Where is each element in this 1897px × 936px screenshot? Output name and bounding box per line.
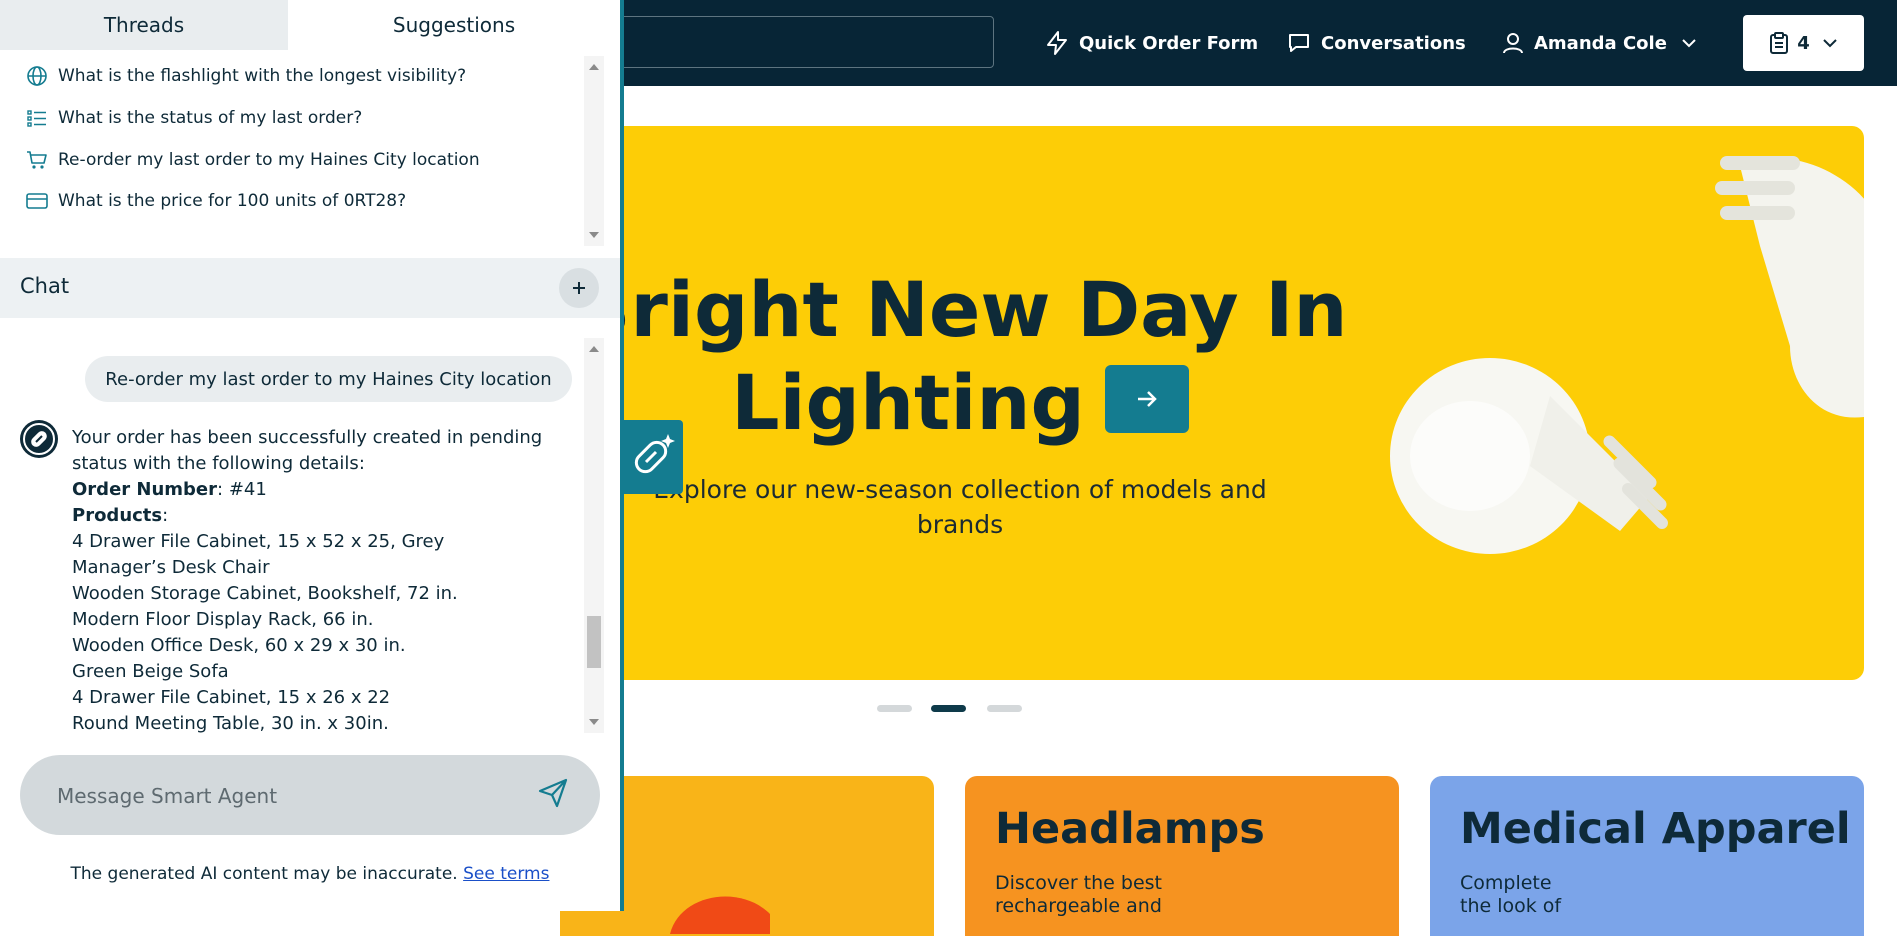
credit-card-icon (26, 193, 48, 209)
lightbulb-image (1390, 358, 1668, 554)
category-card-medical-apparel[interactable]: Medical Apparel Complete the look of (1430, 776, 1864, 936)
chat-title: Chat (20, 274, 70, 298)
magic-wand-icon (634, 434, 675, 474)
order-number-label: Order Number (72, 479, 218, 500)
hero-title-line2: Lighting (731, 358, 1085, 447)
product-item: Wooden Office Desk, 60 x 29 x 30 in. (72, 635, 406, 656)
cart-icon (27, 151, 47, 169)
message-composer (20, 755, 600, 835)
product-image (670, 896, 770, 934)
scroll-up-arrow-icon[interactable] (589, 64, 599, 70)
chat-header: Chat (0, 258, 620, 318)
search-input[interactable] (560, 16, 994, 68)
suggestion-text: What is the flashlight with the longest … (58, 66, 467, 86)
user-menu[interactable]: Amanda Cole (1502, 26, 1697, 60)
scroll-up-arrow-icon[interactable] (589, 346, 599, 352)
globe-icon (27, 66, 47, 86)
chevron-down-icon (1682, 39, 1696, 48)
send-icon (538, 778, 568, 808)
hero-arrow-button[interactable] (1104, 365, 1189, 433)
scroll-down-arrow-icon[interactable] (589, 719, 599, 725)
agent-avatar-icon (20, 420, 58, 458)
suggestion-text: Re-order my last order to my Haines City… (58, 150, 480, 170)
smart-agent-panel: Threads Suggestions What is the flashlig… (0, 0, 624, 911)
hero-banner: Bright New Day In Lighting Explore our n… (560, 126, 1864, 680)
product-item: 4 Drawer File Cabinet, 15 x 26 x 22 (72, 687, 391, 708)
scroll-down-arrow-icon[interactable] (589, 232, 599, 238)
clipboard-icon (1770, 32, 1789, 54)
agent-message: Your order has been successfully created… (72, 425, 572, 735)
user-name: Amanda Cole (1534, 32, 1667, 54)
carousel-dot[interactable] (877, 705, 912, 712)
suggestion-item[interactable]: What is the status of my last order? (26, 103, 362, 133)
quick-order-label: Quick Order Form (1079, 32, 1259, 54)
suggestions-list: What is the flashlight with the longest … (0, 56, 600, 246)
send-button[interactable] (537, 777, 569, 813)
panel-tabs: Threads Suggestions (0, 0, 620, 50)
lightning-icon (1047, 31, 1067, 55)
chat-scrollbar[interactable] (584, 338, 604, 733)
category-title: Headlamps (995, 804, 1265, 854)
cart-button[interactable]: 4 (1743, 15, 1864, 71)
hero-title-line1: Bright New Day In (572, 265, 1348, 354)
smart-agent-toggle-button[interactable] (620, 420, 683, 494)
tab-suggestions[interactable]: Suggestions (288, 0, 620, 50)
suggestion-item[interactable]: Re-order my last order to my Haines City… (26, 145, 480, 175)
see-terms-link[interactable]: See terms (463, 864, 549, 884)
product-item: Wooden Storage Cabinet, Bookshelf, 72 in… (72, 583, 458, 604)
cart-count: 4 (1797, 32, 1810, 54)
arrow-right-icon (1137, 391, 1157, 407)
product-item: Green Beige Sofa (72, 661, 229, 682)
suggestion-text: What is the price for 100 units of 0RT28… (58, 191, 407, 211)
carousel-dot-active[interactable] (931, 705, 966, 712)
user-icon (1503, 33, 1523, 54)
conversations-label: Conversations (1321, 32, 1466, 54)
chevron-down-icon (1823, 39, 1837, 48)
ai-disclaimer: The generated AI content may be inaccura… (0, 864, 620, 884)
product-item: Manager’s Desk Chair (72, 557, 270, 578)
quick-order-link[interactable]: Quick Order Form (1045, 26, 1258, 60)
conversations-link[interactable]: Conversations (1287, 26, 1466, 60)
tab-threads[interactable]: Threads (0, 0, 288, 50)
chat-messages: Re-order my last order to my Haines City… (0, 335, 604, 735)
category-card-headlamps[interactable]: Headlamps Discover the best rechargeable… (965, 776, 1399, 936)
disclaimer-text: The generated AI content may be inaccura… (70, 864, 464, 884)
agent-message-line: status with the following details: (72, 453, 365, 474)
user-message: Re-order my last order to my Haines City… (85, 356, 572, 402)
category-description: Discover the best rechargeable and (995, 872, 1162, 917)
products-colon: : (162, 505, 169, 526)
scroll-thumb[interactable] (587, 616, 601, 668)
product-item: 4 Drawer File Cabinet, 15 x 52 x 25, Gre… (72, 531, 445, 552)
suggestions-scrollbar[interactable] (584, 56, 604, 246)
lightbulb-image (1715, 156, 1864, 418)
message-input[interactable] (55, 777, 499, 815)
products-line: Products: (72, 503, 572, 529)
products-label: Products (72, 505, 163, 526)
agent-message-line: Your order has been successfully created… (72, 427, 543, 448)
order-number-line: Order Number: #41 (72, 477, 572, 503)
carousel-dot[interactable] (987, 705, 1022, 712)
plus-icon (573, 282, 585, 294)
suggestion-text: What is the status of my last order? (58, 108, 363, 128)
new-chat-button[interactable] (559, 268, 599, 308)
suggestion-item[interactable]: What is the price for 100 units of 0RT28… (26, 186, 406, 216)
suggestion-item[interactable]: What is the flashlight with the longest … (26, 61, 466, 91)
list-icon (27, 110, 46, 127)
product-item: Round Meeting Table, 30 in. x 30in. (72, 713, 389, 734)
category-title: Medical Apparel (1460, 804, 1851, 854)
order-number-value: : #41 (217, 479, 267, 500)
chat-bubble-icon (1289, 34, 1309, 52)
category-description: Complete the look of (1460, 872, 1562, 917)
product-item: Modern Floor Display Rack, 66 in. (72, 609, 374, 630)
